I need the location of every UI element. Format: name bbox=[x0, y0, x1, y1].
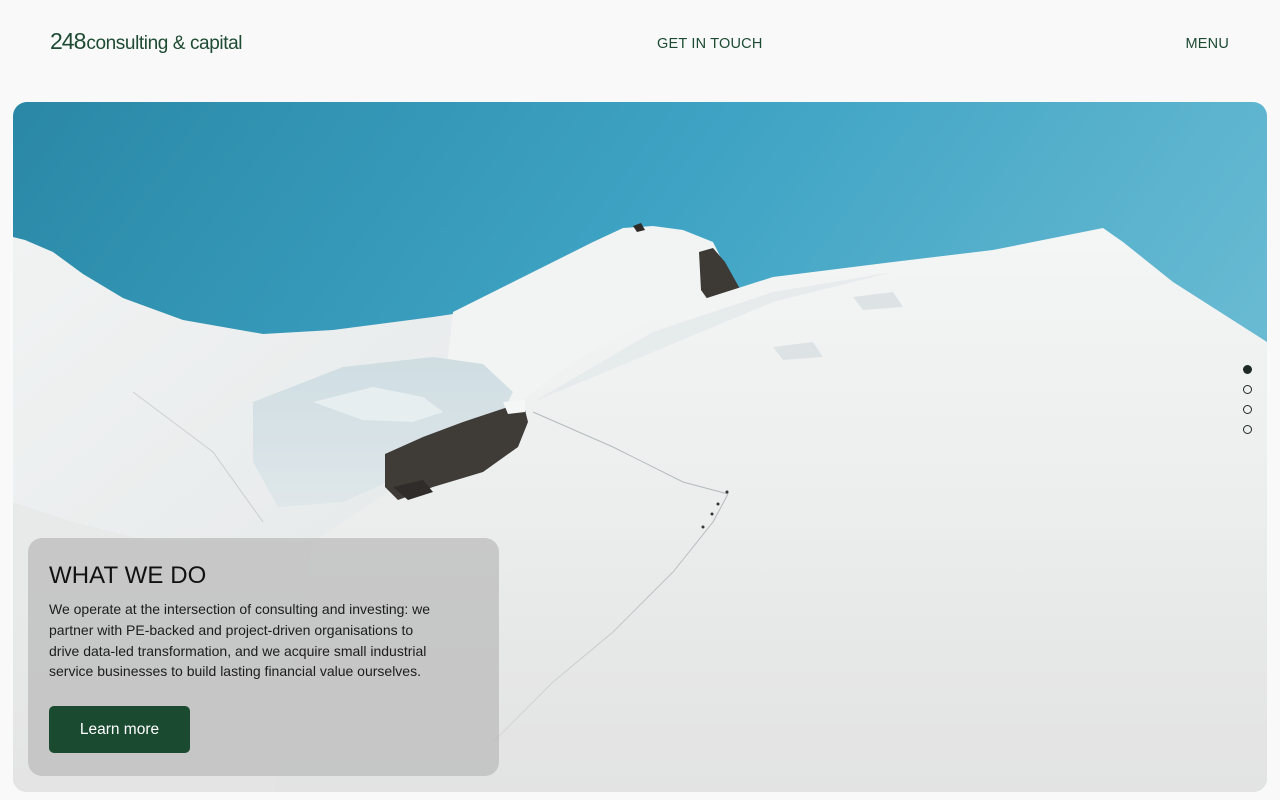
menu-button[interactable]: MENU bbox=[1186, 36, 1230, 52]
logo-text: consulting & capital bbox=[86, 33, 243, 54]
slide-dot-3[interactable] bbox=[1243, 405, 1252, 414]
site-logo[interactable]: 248 consulting & capital bbox=[50, 28, 242, 55]
site-header: 248 consulting & capital GET IN TOUCH ME… bbox=[0, 0, 1280, 88]
learn-more-button[interactable]: Learn more bbox=[49, 706, 190, 753]
get-in-touch-link[interactable]: GET IN TOUCH bbox=[657, 36, 763, 52]
slide-dot-1[interactable] bbox=[1243, 365, 1252, 374]
slide-dot-2[interactable] bbox=[1243, 385, 1252, 394]
card-title: WHAT WE DO bbox=[49, 562, 207, 589]
slide-dot-4[interactable] bbox=[1243, 425, 1252, 434]
logo-number: 248 bbox=[50, 28, 86, 54]
slide-pagination bbox=[1243, 365, 1252, 434]
card-description: We operate at the intersection of consul… bbox=[49, 601, 431, 680]
what-we-do-card: WHAT WE DO We operate at the intersectio… bbox=[28, 538, 499, 776]
